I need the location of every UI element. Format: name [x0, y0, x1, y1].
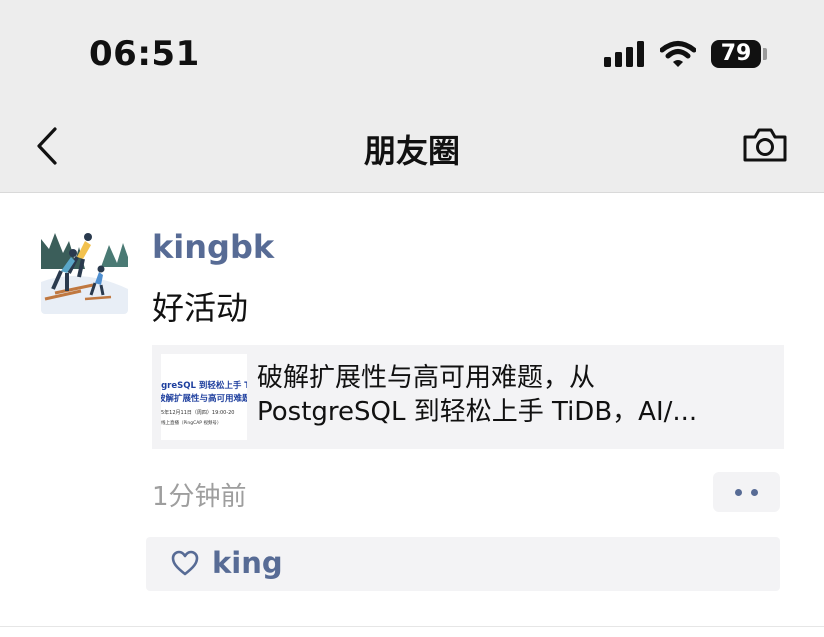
post-timestamp: 1分钟前 [152, 482, 247, 512]
signal-icon [604, 41, 646, 67]
heart-icon [171, 550, 199, 576]
avatar-image [41, 227, 128, 314]
header: 06:51 79 朋友圈 [0, 0, 824, 193]
thumb-line-1: tgreSQL 到轻松上手 T [161, 381, 247, 391]
more-options-button[interactable] [713, 472, 780, 512]
thumb-line-3: 5年12月11日（周四）19:00-20 [161, 410, 235, 416]
dot-icon [751, 489, 758, 496]
camera-icon[interactable] [742, 126, 788, 164]
status-time: 06:51 [89, 34, 200, 74]
share-title-line-1: 破解扩展性与高可用难题，从 [257, 363, 596, 393]
battery-tip [763, 48, 767, 60]
battery-level: 79 [720, 41, 752, 66]
share-title-line-2: PostgreSQL 到轻松上手 TiDB，AI/... [257, 397, 698, 427]
post-username[interactable]: kingbk [152, 228, 274, 266]
wifi-icon [660, 41, 696, 67]
share-title: 破解扩展性与高可用难题，从 PostgreSQL 到轻松上手 TiDB，AI/.… [257, 361, 772, 429]
share-thumbnail: tgreSQL 到轻松上手 T 破解扩展性与高可用难题 5年12月11日（周四）… [161, 354, 247, 440]
avatar[interactable] [41, 227, 128, 314]
battery-icon: 79 [711, 40, 761, 68]
post-text: 好活动 [152, 289, 249, 327]
thumb-line-4: 线上直播（PingCAP 视频号） [161, 421, 222, 426]
like-user-name[interactable]: king [212, 546, 283, 580]
divider [0, 626, 824, 627]
page-title: 朋友圈 [363, 132, 460, 170]
thumb-line-2: 破解扩展性与高可用难题 [161, 394, 247, 404]
share-link-card[interactable]: tgreSQL 到轻松上手 T 破解扩展性与高可用难题 5年12月11日（周四）… [152, 345, 784, 449]
likes-bar: king [146, 537, 780, 591]
dot-icon [735, 489, 742, 496]
